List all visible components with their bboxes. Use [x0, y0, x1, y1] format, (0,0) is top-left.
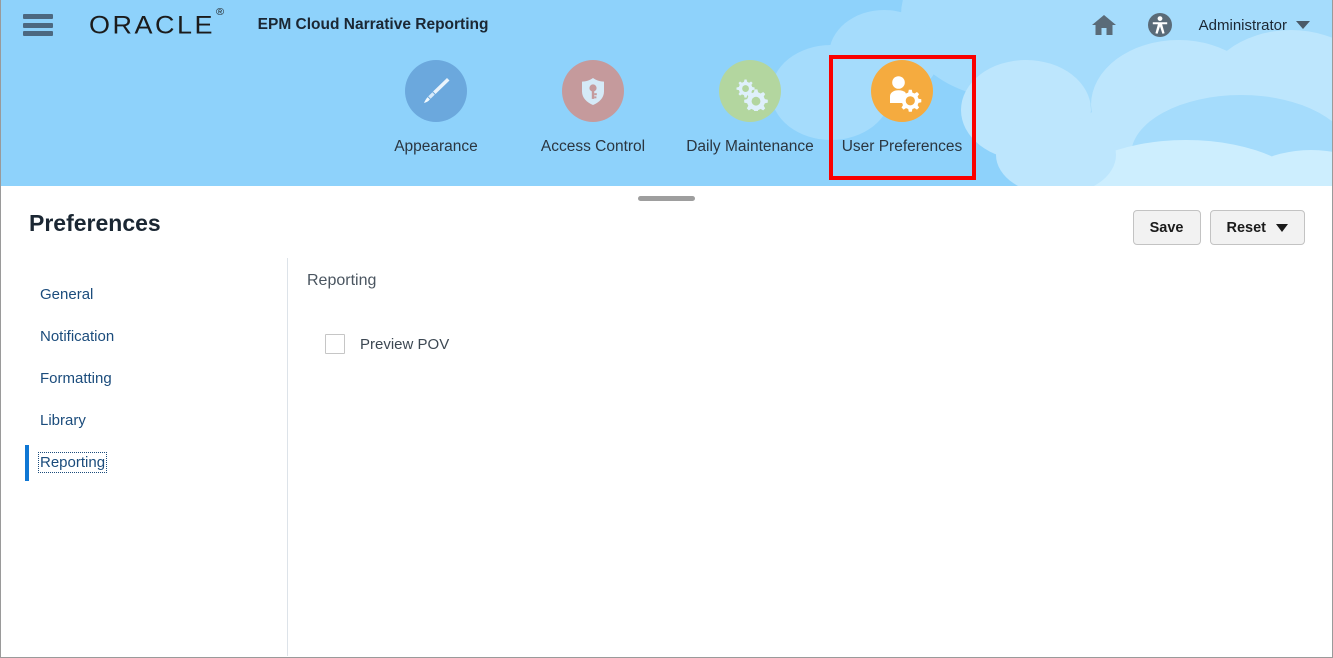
save-button[interactable]: Save — [1132, 210, 1201, 245]
home-icon[interactable] — [1087, 8, 1121, 42]
user-name-label: Administrator — [1198, 16, 1287, 34]
accessibility-icon[interactable] — [1143, 8, 1177, 42]
hamburger-bar — [23, 14, 53, 19]
hamburger-bar — [23, 22, 53, 28]
sidebar-item-general[interactable]: General — [1, 273, 287, 315]
hamburger-bar — [23, 31, 53, 36]
navigation-card-row: Appearance Access Control Daily Maintena… — [1, 55, 1332, 180]
nav-card-user-preferences[interactable]: User Preferences — [828, 55, 976, 180]
top-bar-right-controls: Administrator — [1087, 8, 1310, 42]
nav-card-label: Appearance — [394, 138, 478, 155]
page-action-buttons: Save Reset — [1132, 210, 1305, 245]
sidebar-item-formatting[interactable]: Formatting — [1, 357, 287, 399]
sidebar-item-label: General — [40, 285, 94, 303]
registered-mark: ® — [216, 6, 227, 18]
gears-icon — [719, 60, 781, 122]
reset-button[interactable]: Reset — [1209, 210, 1305, 245]
hamburger-menu-icon[interactable] — [23, 14, 53, 36]
sidebar-item-label: Formatting — [40, 369, 112, 387]
preview-pov-label: Preview POV — [360, 335, 450, 353]
preview-pov-row[interactable]: Preview POV — [325, 334, 1332, 354]
page-title: Preferences — [29, 210, 161, 236]
app-header-banner: ORACLE® EPM Cloud Narrative Reporting Ad… — [1, 0, 1332, 186]
sidebar-item-label: Notification — [40, 327, 115, 345]
shield-key-icon — [562, 60, 624, 122]
user-menu[interactable]: Administrator — [1199, 17, 1310, 34]
chevron-down-icon — [1296, 21, 1310, 29]
nav-card-access-control[interactable]: Access Control — [515, 55, 672, 180]
preferences-sidebar: General Notification Formatting Library … — [1, 258, 288, 656]
sidebar-item-reporting[interactable]: Reporting — [1, 441, 287, 483]
user-gear-icon — [871, 60, 933, 122]
sidebar-item-label: Library — [40, 411, 86, 429]
chevron-down-icon — [1276, 223, 1288, 232]
section-title: Reporting — [307, 272, 377, 289]
preferences-content: General Notification Formatting Library … — [1, 258, 1332, 656]
panel-drag-handle[interactable] — [638, 196, 695, 201]
paintbrush-icon — [405, 60, 467, 122]
nav-card-appearance[interactable]: Appearance — [358, 55, 515, 180]
save-button-label: Save — [1149, 219, 1184, 236]
nav-card-daily-maintenance[interactable]: Daily Maintenance — [672, 55, 829, 180]
oracle-wordmark: ORACLE — [89, 10, 216, 39]
preferences-main-panel: Reporting Preview POV — [288, 258, 1332, 656]
nav-card-label: User Preferences — [841, 138, 963, 155]
preview-pov-checkbox[interactable] — [325, 334, 345, 354]
app-title: EPM Cloud Narrative Reporting — [257, 16, 489, 33]
nav-card-label: Daily Maintenance — [686, 138, 814, 155]
reset-button-label: Reset — [1226, 219, 1267, 236]
sidebar-item-label: Reporting — [37, 451, 108, 473]
top-navigation-bar: ORACLE® EPM Cloud Narrative Reporting Ad… — [1, 0, 1332, 50]
oracle-logo[interactable]: ORACLE® — [89, 6, 226, 40]
sidebar-item-notification[interactable]: Notification — [1, 315, 287, 357]
sidebar-item-library[interactable]: Library — [1, 399, 287, 441]
preferences-page: Preferences Save Reset General Notificat… — [1, 186, 1332, 656]
nav-card-label: Access Control — [540, 138, 646, 155]
